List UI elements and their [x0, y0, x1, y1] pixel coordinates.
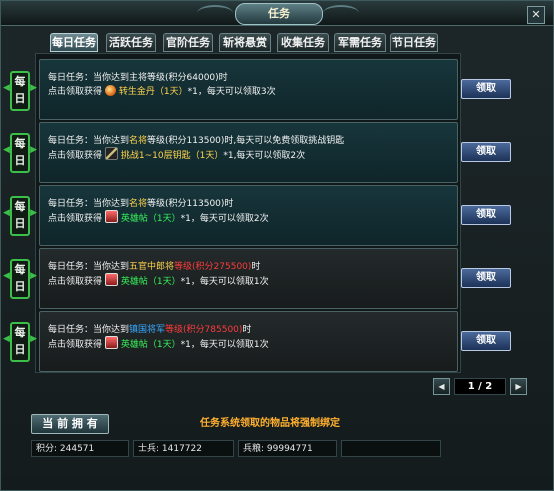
quest-reward: 点击领取获得 英雄帖（1天）*1，每天可以领取1次 — [48, 273, 269, 287]
quest-condition: 每日任务：当你达到名将等级(积分113500)时 — [48, 196, 233, 209]
arrow-right-icon: ▶ — [30, 271, 37, 281]
hero-card-icon — [104, 336, 118, 349]
reward-suffix: *1，每天可以领取1次 — [180, 277, 269, 287]
tab-supply[interactable]: 军需任务 — [334, 33, 386, 52]
quest-card: 每日任务：当你达到名将等级(积分113500)时 点击领取获得 英雄帖（1天）*… — [39, 185, 458, 246]
quest-condition: 每日任务：当你达到镇国将军等级(积分785500)时 — [48, 322, 251, 335]
current-holdings-button[interactable]: 当 前 拥 有 — [31, 414, 109, 434]
arrow-left-icon: ◀ — [3, 271, 10, 281]
score-highlight: 等级(积分785500) — [165, 325, 243, 335]
arrow-left-icon: ◀ — [3, 145, 10, 155]
empty-stat — [341, 440, 441, 457]
rank-highlight: 镇国将军 — [129, 325, 166, 335]
condition-text: 每日任务：当你达到 — [48, 325, 130, 335]
reward-prefix: 点击领取获得 — [48, 214, 103, 224]
title-ornament-left — [197, 5, 233, 21]
quest-condition: 每日任务：当你达到名将等级(积分113500)时,每天可以免费领取挑战钥匙 — [48, 133, 344, 146]
arrow-right-icon: ▶ — [30, 83, 37, 93]
condition-text: 每日任务：当你达到 — [48, 199, 130, 209]
rank-highlight: 名将 — [129, 199, 148, 209]
arrow-left-icon: ◀ — [3, 83, 10, 93]
orb-item-icon — [104, 85, 116, 96]
claim-button[interactable]: 领取 — [461, 79, 511, 99]
reward-prefix: 点击领取获得 — [48, 151, 103, 161]
condition-suffix: 时 — [251, 262, 261, 272]
daily-badge-label: 每日 — [14, 137, 26, 167]
quest-card: 每日任务：当你达到主将等级(积分64000)时 点击领取获得 转生金丹（1天）*… — [39, 59, 458, 120]
tab-rank[interactable]: 官阶任务 — [163, 33, 213, 52]
grain-stat: 兵粮: 99994771 — [238, 440, 337, 457]
reward-prefix: 点击领取获得 — [48, 87, 103, 97]
arrow-left-icon: ◀ — [3, 334, 10, 344]
daily-badge-label: 每日 — [14, 200, 26, 230]
tab-collect[interactable]: 收集任务 — [277, 33, 329, 52]
condition-suffix: 时 — [242, 325, 252, 335]
condition-text: 每日任务：当你达到 — [48, 262, 130, 272]
score-stat: 积分: 244571 — [31, 440, 129, 457]
close-button[interactable]: ✕ — [527, 6, 545, 24]
quest-reward: 点击领取获得 英雄帖（1天）*1，每天可以领取1次 — [48, 336, 269, 350]
reward-item[interactable]: 挑战1~10层钥匙（1天） — [121, 151, 223, 161]
rank-highlight: 名将 — [129, 136, 148, 146]
reward-item[interactable]: 英雄帖（1天） — [121, 214, 181, 224]
quest-reward: 点击领取获得 英雄帖（1天）*1，每天可以领取2次 — [48, 210, 269, 224]
quest-reward: 点击领取获得 挑战1~10层钥匙（1天）*1,每天可以领取2次 — [48, 147, 305, 161]
daily-badge: 每日 ◀ ▶ — [3, 259, 37, 299]
reward-suffix: *1，每天可以领取2次 — [180, 214, 269, 224]
daily-badge: 每日 ◀ ▶ — [3, 71, 37, 111]
tab-active[interactable]: 活跃任务 — [106, 33, 156, 52]
condition-suffix: 等级(积分113500)时 — [147, 199, 234, 209]
arrow-left-icon: ◀ — [3, 208, 10, 218]
claim-button[interactable]: 领取 — [461, 268, 511, 288]
condition-text: 每日任务：当你达到主将等级(积分64000)时 — [48, 73, 228, 83]
reward-prefix: 点击领取获得 — [48, 340, 103, 350]
prev-page-button[interactable]: ◀ — [433, 378, 450, 395]
quest-condition: 每日任务：当你达到主将等级(积分64000)时 — [48, 70, 228, 83]
reward-suffix: *1，每天可以领取1次 — [180, 340, 269, 350]
rank-highlight: 五官中郎将 — [129, 262, 175, 272]
claim-button[interactable]: 领取 — [461, 205, 511, 225]
score-highlight: 等级(积分275500) — [174, 262, 252, 272]
daily-badge: 每日 ◀ ▶ — [3, 133, 37, 173]
quest-condition: 每日任务：当你达到五官中郎将等级(积分275500)时 — [48, 259, 260, 272]
tab-festival[interactable]: 节日任务 — [390, 33, 438, 52]
window-title: 任务 — [235, 3, 323, 25]
quest-card: 每日任务：当你达到五官中郎将等级(积分275500)时 点击领取获得 英雄帖（1… — [39, 248, 458, 309]
quest-card: 每日任务：当你达到名将等级(积分113500)时,每天可以免费领取挑战钥匙 点击… — [39, 122, 458, 183]
claim-button[interactable]: 领取 — [461, 331, 511, 351]
condition-text: 每日任务：当你达到 — [48, 136, 130, 146]
arrow-right-icon: ▶ — [30, 145, 37, 155]
reward-item[interactable]: 英雄帖（1天） — [121, 277, 181, 287]
reward-prefix: 点击领取获得 — [48, 277, 103, 287]
tab-daily[interactable]: 每日任务 — [50, 33, 98, 52]
bind-notice: 任务系统领取的物品将强制绑定 — [200, 418, 340, 429]
title-ornament-right — [323, 5, 359, 21]
reward-suffix: *1，每天可以领取3次 — [187, 87, 276, 97]
quest-window: 任务 ✕ 每日任务 活跃任务 官阶任务 斩将悬赏 收集任务 军需任务 节日任务 … — [0, 0, 554, 491]
reward-item[interactable]: 英雄帖（1天） — [121, 340, 181, 350]
next-page-button[interactable]: ▶ — [510, 378, 527, 395]
daily-badge: 每日 ◀ ▶ — [3, 322, 37, 362]
tab-bounty[interactable]: 斩将悬赏 — [219, 33, 271, 52]
title-bar: 任务 ✕ — [1, 1, 553, 26]
daily-badge-label: 每日 — [14, 75, 26, 105]
hero-card-icon — [104, 273, 118, 286]
quest-card: 每日任务：当你达到镇国将军等级(积分785500)时 点击领取获得 英雄帖（1天… — [39, 311, 458, 372]
reward-item[interactable]: 转生金丹（1天） — [119, 87, 188, 97]
key-item-icon — [104, 147, 118, 160]
page-indicator: 1 / 2 — [454, 378, 506, 395]
arrow-right-icon: ▶ — [30, 208, 37, 218]
claim-button[interactable]: 领取 — [461, 142, 511, 162]
condition-suffix: 等级(积分113500)时,每天可以免费领取挑战钥匙 — [147, 136, 345, 146]
daily-badge: 每日 ◀ ▶ — [3, 196, 37, 236]
arrow-right-icon: ▶ — [30, 334, 37, 344]
daily-badge-label: 每日 — [14, 326, 26, 356]
quest-reward: 点击领取获得 转生金丹（1天）*1，每天可以领取3次 — [48, 84, 276, 97]
daily-badge-label: 每日 — [14, 263, 26, 293]
hero-card-icon — [104, 210, 118, 223]
reward-suffix: *1,每天可以领取2次 — [223, 151, 306, 161]
soldiers-stat: 士兵: 1417722 — [133, 440, 234, 457]
